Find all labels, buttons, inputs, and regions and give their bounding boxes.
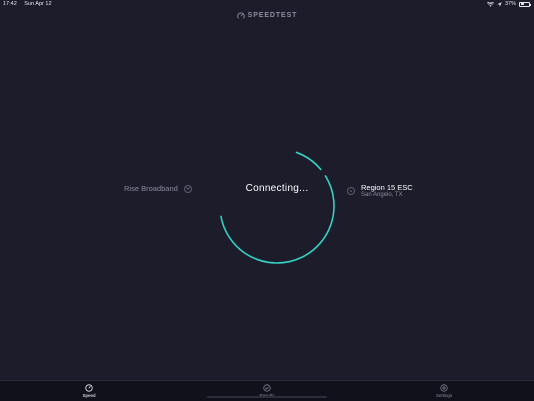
battery-icon <box>519 1 531 7</box>
connecting-ring <box>219 148 335 264</box>
isp-selector[interactable]: Rise Broadband <box>124 184 192 193</box>
server-selector[interactable]: Region 15 ESC San Angelo, TX <box>347 183 413 199</box>
tab-settings[interactable]: Settings <box>414 384 474 398</box>
status-bar: 17:42 Sun Apr 12 37% <box>0 0 534 10</box>
status-date: Sun Apr 12 <box>24 1 52 7</box>
home-indicator <box>207 396 327 398</box>
server-info: Region 15 ESC San Angelo, TX <box>361 183 413 199</box>
logo-text: SPEEDTEST <box>247 12 298 19</box>
gear-icon <box>440 384 448 392</box>
isp-name: Rise Broadband <box>124 184 178 193</box>
check-circle-icon <box>263 384 271 392</box>
tab-settings-label: Settings <box>435 393 453 398</box>
speedtest-logo-icon <box>236 12 245 19</box>
isp-chevron-icon[interactable] <box>183 184 192 193</box>
server-change-icon[interactable] <box>347 187 355 195</box>
server-name: Region 15 ESC <box>361 183 413 192</box>
tab-speed-label: Speed <box>82 393 96 398</box>
status-time: 17:42 <box>3 1 17 7</box>
wifi-icon <box>486 1 494 7</box>
status-left: 17:42 Sun Apr 12 <box>3 1 58 7</box>
location-icon <box>497 1 502 7</box>
tab-speed[interactable]: Speed <box>59 384 119 398</box>
battery-level <box>520 3 524 5</box>
server-location: San Angelo, TX <box>361 192 403 198</box>
battery-percent: 37% <box>504 1 516 7</box>
connecting-status: Connecting... <box>245 183 309 194</box>
gauge-icon <box>85 384 93 392</box>
status-right: 37% <box>486 1 531 7</box>
app-header: SPEEDTEST <box>0 12 534 19</box>
